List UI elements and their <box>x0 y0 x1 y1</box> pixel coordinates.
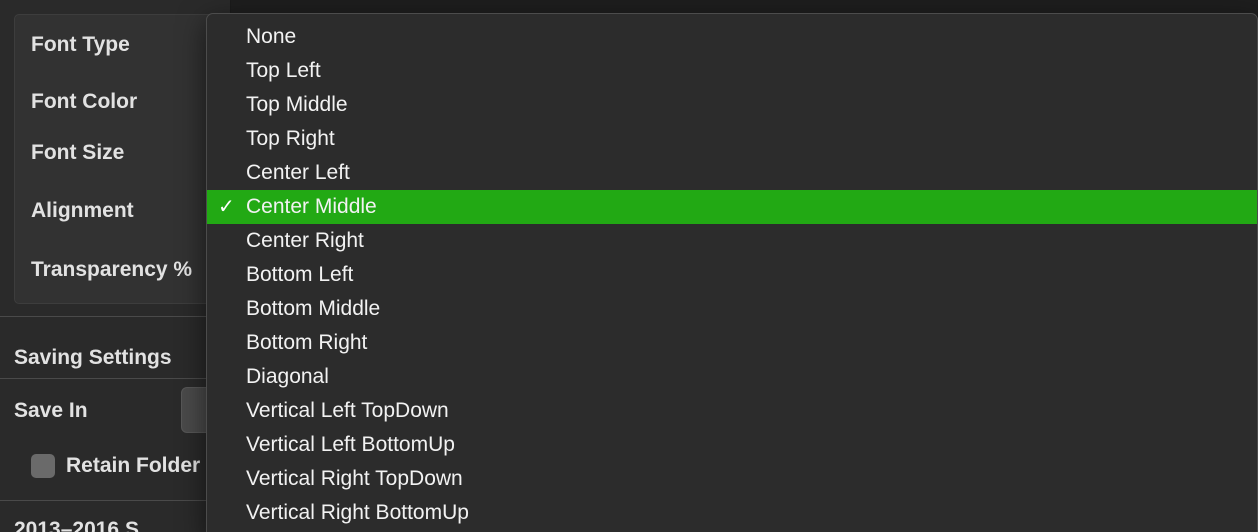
font-color-label: Font Color <box>31 90 138 113</box>
section-divider <box>0 500 230 501</box>
font-type-label: Font Type <box>31 33 130 56</box>
alignment-option-top-left[interactable]: Top Left <box>207 54 1257 88</box>
alignment-option-none[interactable]: None <box>207 20 1257 54</box>
menu-item-label: Center Left <box>246 161 350 184</box>
bottom-truncated-text: 2013–2016 S <box>14 518 139 532</box>
save-in-label: Save In <box>14 399 88 422</box>
settings-panel: Font Type Font Color Font Size Alignment… <box>0 0 299 532</box>
alignment-option-vertical-left-bottomup[interactable]: Vertical Left BottomUp <box>207 428 1257 462</box>
alignment-label: Alignment <box>31 199 134 222</box>
alignment-option-center-middle[interactable]: ✓ Center Middle <box>207 190 1257 224</box>
alignment-dropdown-menu: None Top Left Top Middle Top Right Center Le… <box>206 13 1258 532</box>
retain-folder-checkbox[interactable] <box>31 454 55 478</box>
menu-item-label: Diagonal <box>246 365 329 388</box>
menu-item-label: Bottom Middle <box>246 297 381 320</box>
menu-item-label: None <box>246 25 297 48</box>
alignment-option-vertical-right-bottomup[interactable]: Vertical Right BottomUp <box>207 496 1257 530</box>
alignment-option-bottom-left[interactable]: Bottom Left <box>207 258 1257 292</box>
font-size-label: Font Size <box>31 141 125 164</box>
menu-item-label: Top Middle <box>246 93 348 116</box>
menu-item-label: Center Middle <box>246 195 377 218</box>
alignment-option-top-right[interactable]: Top Right <box>207 122 1257 156</box>
menu-item-label: Vertical Right TopDown <box>246 467 463 490</box>
menu-item-label: Bottom Left <box>246 263 354 286</box>
menu-item-label: Vertical Left BottomUp <box>246 433 455 456</box>
alignment-option-top-middle[interactable]: Top Middle <box>207 88 1257 122</box>
section-divider <box>0 378 230 379</box>
alignment-option-vertical-left-topdown[interactable]: Vertical Left TopDown <box>207 394 1257 428</box>
transparency-label: Transparency % <box>31 258 193 281</box>
alignment-option-center-left[interactable]: Center Left <box>207 156 1257 190</box>
menu-item-label: Vertical Right BottomUp <box>246 501 469 524</box>
menu-item-label: Bottom Right <box>246 331 368 354</box>
saving-settings-title: Saving Settings <box>14 346 172 369</box>
app-window: Font Type Font Color Font Size Alignment… <box>0 0 1258 532</box>
menu-item-label: Center Right <box>246 229 364 252</box>
checkmark-icon: ✓ <box>218 196 235 218</box>
menu-item-label: Top Right <box>246 127 335 150</box>
alignment-option-bottom-middle[interactable]: Bottom Middle <box>207 292 1257 326</box>
section-divider <box>0 316 230 317</box>
menu-item-label: Top Left <box>246 59 321 82</box>
alignment-option-vertical-right-topdown[interactable]: Vertical Right TopDown <box>207 462 1257 496</box>
menu-item-label: Vertical Left TopDown <box>246 399 449 422</box>
alignment-option-center-right[interactable]: Center Right <box>207 224 1257 258</box>
alignment-option-diagonal[interactable]: Diagonal <box>207 360 1257 394</box>
alignment-option-bottom-right[interactable]: Bottom Right <box>207 326 1257 360</box>
